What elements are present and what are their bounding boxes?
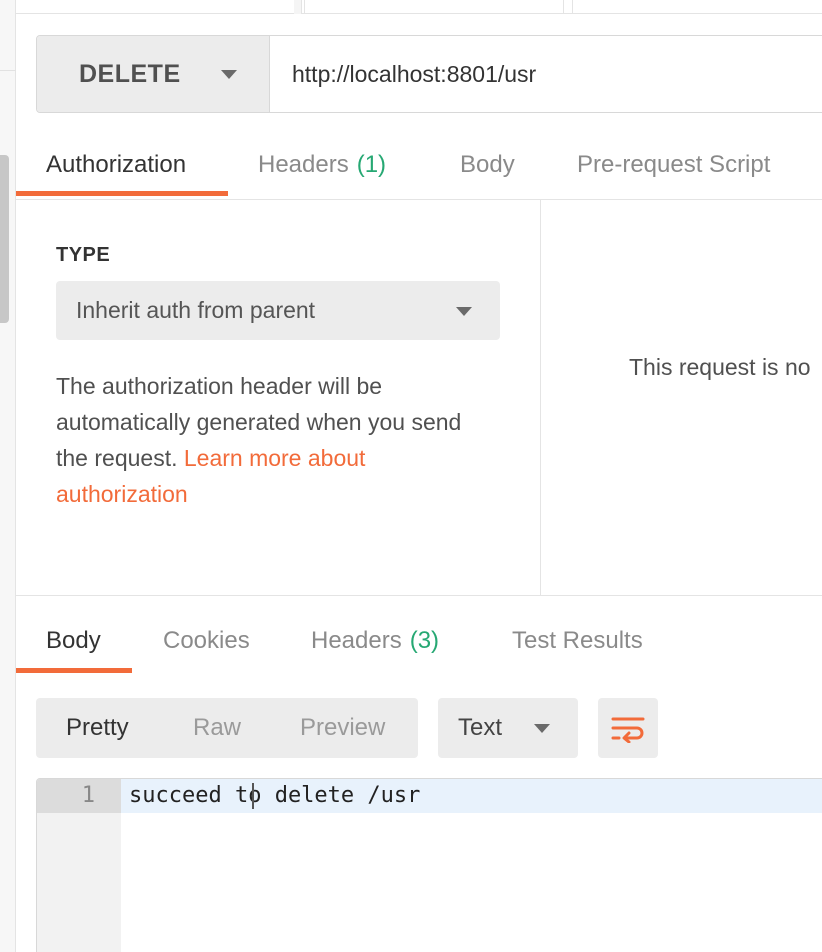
tab-count: (3) [409,627,440,654]
tab-headers[interactable]: Headers (1) [258,130,386,199]
tab-authorization[interactable]: Authorization [46,130,186,199]
tab-strip [16,0,822,14]
request-bar: DELETE http://localhost:8801/usr [36,35,822,113]
section-divider [16,595,822,596]
info-message: This request is no [629,354,811,380]
view-preview-button[interactable]: Preview [300,714,385,742]
tab-count: (1) [356,150,387,178]
active-tab-indicator [16,668,132,673]
scrollbar-thumb[interactable] [0,155,9,323]
tab-label: Body [460,150,515,178]
response-tabs: Body Cookies Headers (3) Test Results [16,608,822,676]
tab-test-results[interactable]: Test Results [512,608,643,674]
url-input[interactable]: http://localhost:8801/usr [270,36,822,112]
tab-body[interactable]: Body [460,130,515,199]
wrap-lines-icon [611,717,645,743]
format-select[interactable]: Text [438,698,578,758]
tab-label: Headers [311,627,402,654]
open-tab[interactable] [572,0,822,14]
authorization-panel: TYPE Inherit auth from parent The author… [16,200,541,595]
method-label: DELETE [79,59,181,88]
chevron-down-icon [220,69,237,79]
response-editor[interactable]: 1 succeed to delete /usr [36,778,822,952]
method-select[interactable]: DELETE [37,36,270,112]
sidebar-edge [0,0,16,952]
wrap-lines-button[interactable] [598,698,658,758]
tab-label: Pre-request Script [577,150,771,178]
chevron-down-icon [534,724,550,733]
tab-label: Authorization [46,150,187,178]
open-tab[interactable] [304,0,564,14]
tab-response-body[interactable]: Body [46,608,101,674]
line-number: 1 [81,783,95,808]
tab-cookies[interactable]: Cookies [163,608,250,674]
view-raw-button[interactable]: Raw [193,714,241,742]
auth-description: The authorization header will be automat… [56,368,496,512]
tab-pre-request-script[interactable]: Pre-request Script [577,130,770,199]
auth-type-select[interactable]: Inherit auth from parent [56,281,500,340]
request-tabs: Authorization Headers (1) Body Pre-reque… [16,130,822,200]
view-mode-group: Pretty Raw Preview [36,698,418,758]
chevron-down-icon [456,307,472,316]
view-pretty-button[interactable]: Pretty [66,714,129,742]
tab-response-headers[interactable]: Headers (3) [311,608,439,674]
tab-label: Cookies [163,627,250,654]
type-label: TYPE [56,244,111,266]
tab-strip-edge [294,0,302,14]
sidebar-divider [0,70,16,71]
url-text: http://localhost:8801/usr [292,60,537,87]
active-tab-indicator [16,191,228,196]
tab-label: Test Results [512,627,643,654]
response-text: succeed to delete /usr [129,783,421,808]
tab-label: Headers [258,150,349,178]
format-value: Text [458,714,503,741]
text-cursor [252,783,254,809]
auth-info-panel: This request is no [542,200,822,595]
auth-type-value: Inherit auth from parent [76,297,316,323]
tab-label: Body [46,627,101,654]
